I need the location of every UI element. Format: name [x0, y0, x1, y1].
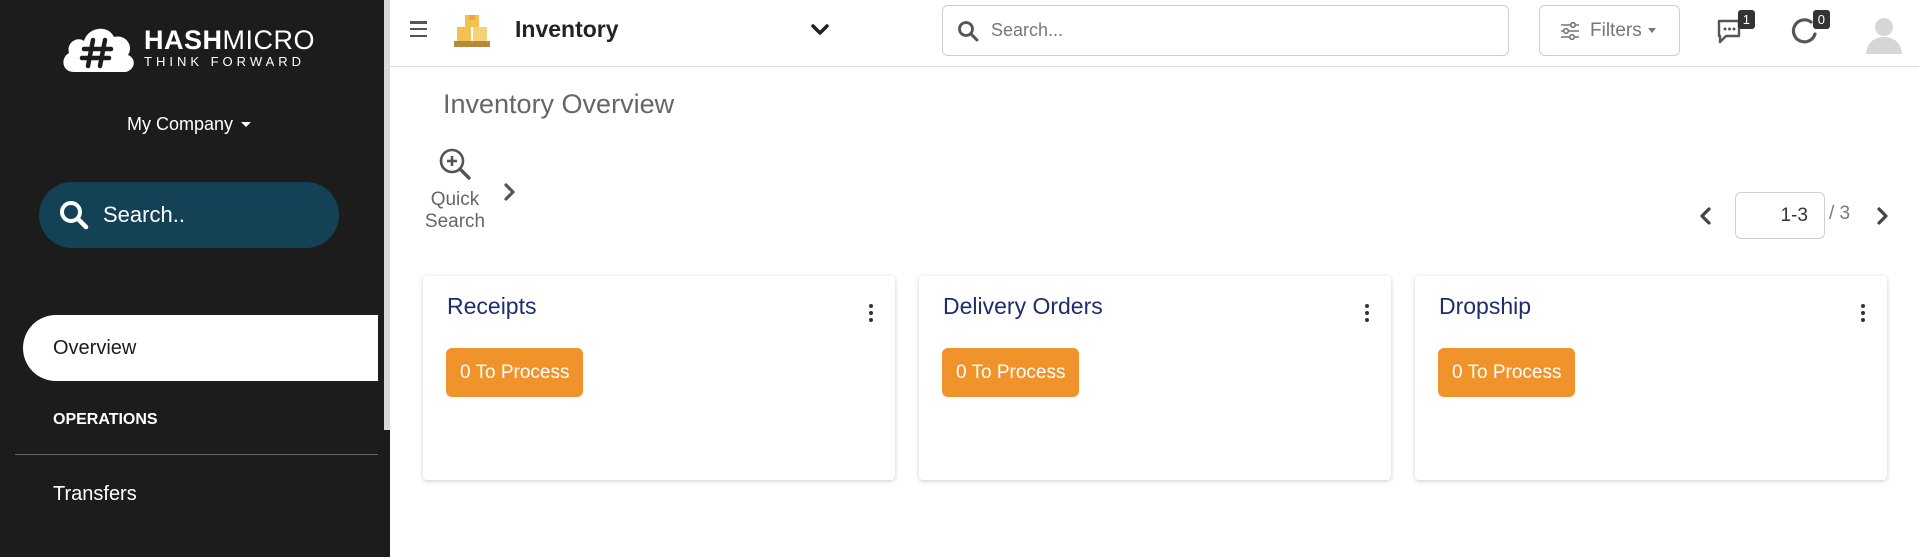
card-title[interactable]: Delivery Orders: [943, 293, 1103, 320]
cloud-hash-icon: [63, 28, 134, 72]
hashmicro-logo[interactable]: HASHMICRO THINK FORWARD: [60, 22, 315, 74]
page-title: Inventory Overview: [443, 89, 675, 119]
top-bar: Inventory Filters 1 0: [390, 0, 1919, 67]
sidebar-search[interactable]: Search..: [39, 182, 339, 248]
menu-toggle-icon[interactable]: [410, 21, 427, 37]
card-delivery-orders: Delivery Orders 0 To Process: [919, 276, 1391, 480]
messages-count-badge: 1: [1737, 10, 1755, 29]
sidebar-item-transfers[interactable]: Transfers: [53, 483, 137, 506]
card-title[interactable]: Receipts: [447, 293, 536, 320]
sidebar: HASHMICRO THINK FORWARD My Company Searc…: [0, 0, 390, 557]
company-name: My Company: [127, 114, 234, 134]
kebab-menu-icon[interactable]: [1861, 304, 1865, 322]
brand-tagline: THINK FORWARD: [144, 54, 306, 69]
card-title[interactable]: Dropship: [1439, 293, 1531, 320]
to-process-button[interactable]: 0 To Process: [446, 348, 584, 397]
brand-name-regular: MICRO: [222, 25, 316, 55]
search-icon: [958, 20, 979, 41]
card-receipts: Receipts 0 To Process: [423, 276, 895, 480]
inventory-boxes-icon: [454, 15, 490, 47]
sidebar-section-operations: OPERATIONS: [53, 411, 158, 428]
sliders-icon: [1561, 21, 1579, 40]
sidebar-search-label: Search..: [103, 202, 185, 227]
messages-button[interactable]: 1: [1715, 10, 1755, 52]
quick-search-button[interactable]: Quick Search: [420, 147, 490, 233]
to-process-button[interactable]: 0 To Process: [942, 348, 1080, 397]
company-switcher[interactable]: My Company: [127, 114, 252, 135]
activities-button[interactable]: 0: [1790, 10, 1830, 52]
quick-search-label-line2: Search: [424, 211, 486, 232]
pager-previous-icon[interactable]: [1697, 206, 1713, 226]
caret-down-icon: [241, 122, 252, 127]
sidebar-item-overview[interactable]: Overview: [23, 315, 378, 381]
sidebar-divider: [15, 454, 378, 455]
pager-total: / 3: [1829, 203, 1851, 224]
kebab-menu-icon[interactable]: [869, 304, 873, 322]
search-input[interactable]: [991, 20, 1491, 41]
kebab-menu-icon[interactable]: [1365, 304, 1369, 322]
pager-next-icon[interactable]: [1875, 206, 1891, 226]
chevron-down-icon[interactable]: [810, 20, 830, 40]
chevron-right-icon[interactable]: [502, 182, 518, 202]
search-icon: [60, 201, 89, 230]
app-title: Inventory: [515, 16, 619, 42]
to-process-button[interactable]: 0 To Process: [1438, 348, 1576, 397]
zoom-in-icon: [439, 148, 471, 180]
caret-down-icon: [1647, 28, 1656, 33]
filters-label: Filters: [1590, 19, 1642, 41]
activities-count-badge: 0: [1812, 10, 1830, 29]
filters-button[interactable]: Filters: [1539, 5, 1680, 56]
global-search[interactable]: [942, 5, 1509, 56]
brand-name-bold: HASH: [144, 25, 223, 55]
user-avatar-icon[interactable]: [1864, 14, 1904, 54]
card-dropship: Dropship 0 To Process: [1415, 276, 1887, 480]
pager-range-input[interactable]: 1-3: [1735, 192, 1825, 239]
quick-search-label-line1: Quick: [430, 189, 480, 210]
sidebar-item-label: Overview: [53, 336, 137, 359]
